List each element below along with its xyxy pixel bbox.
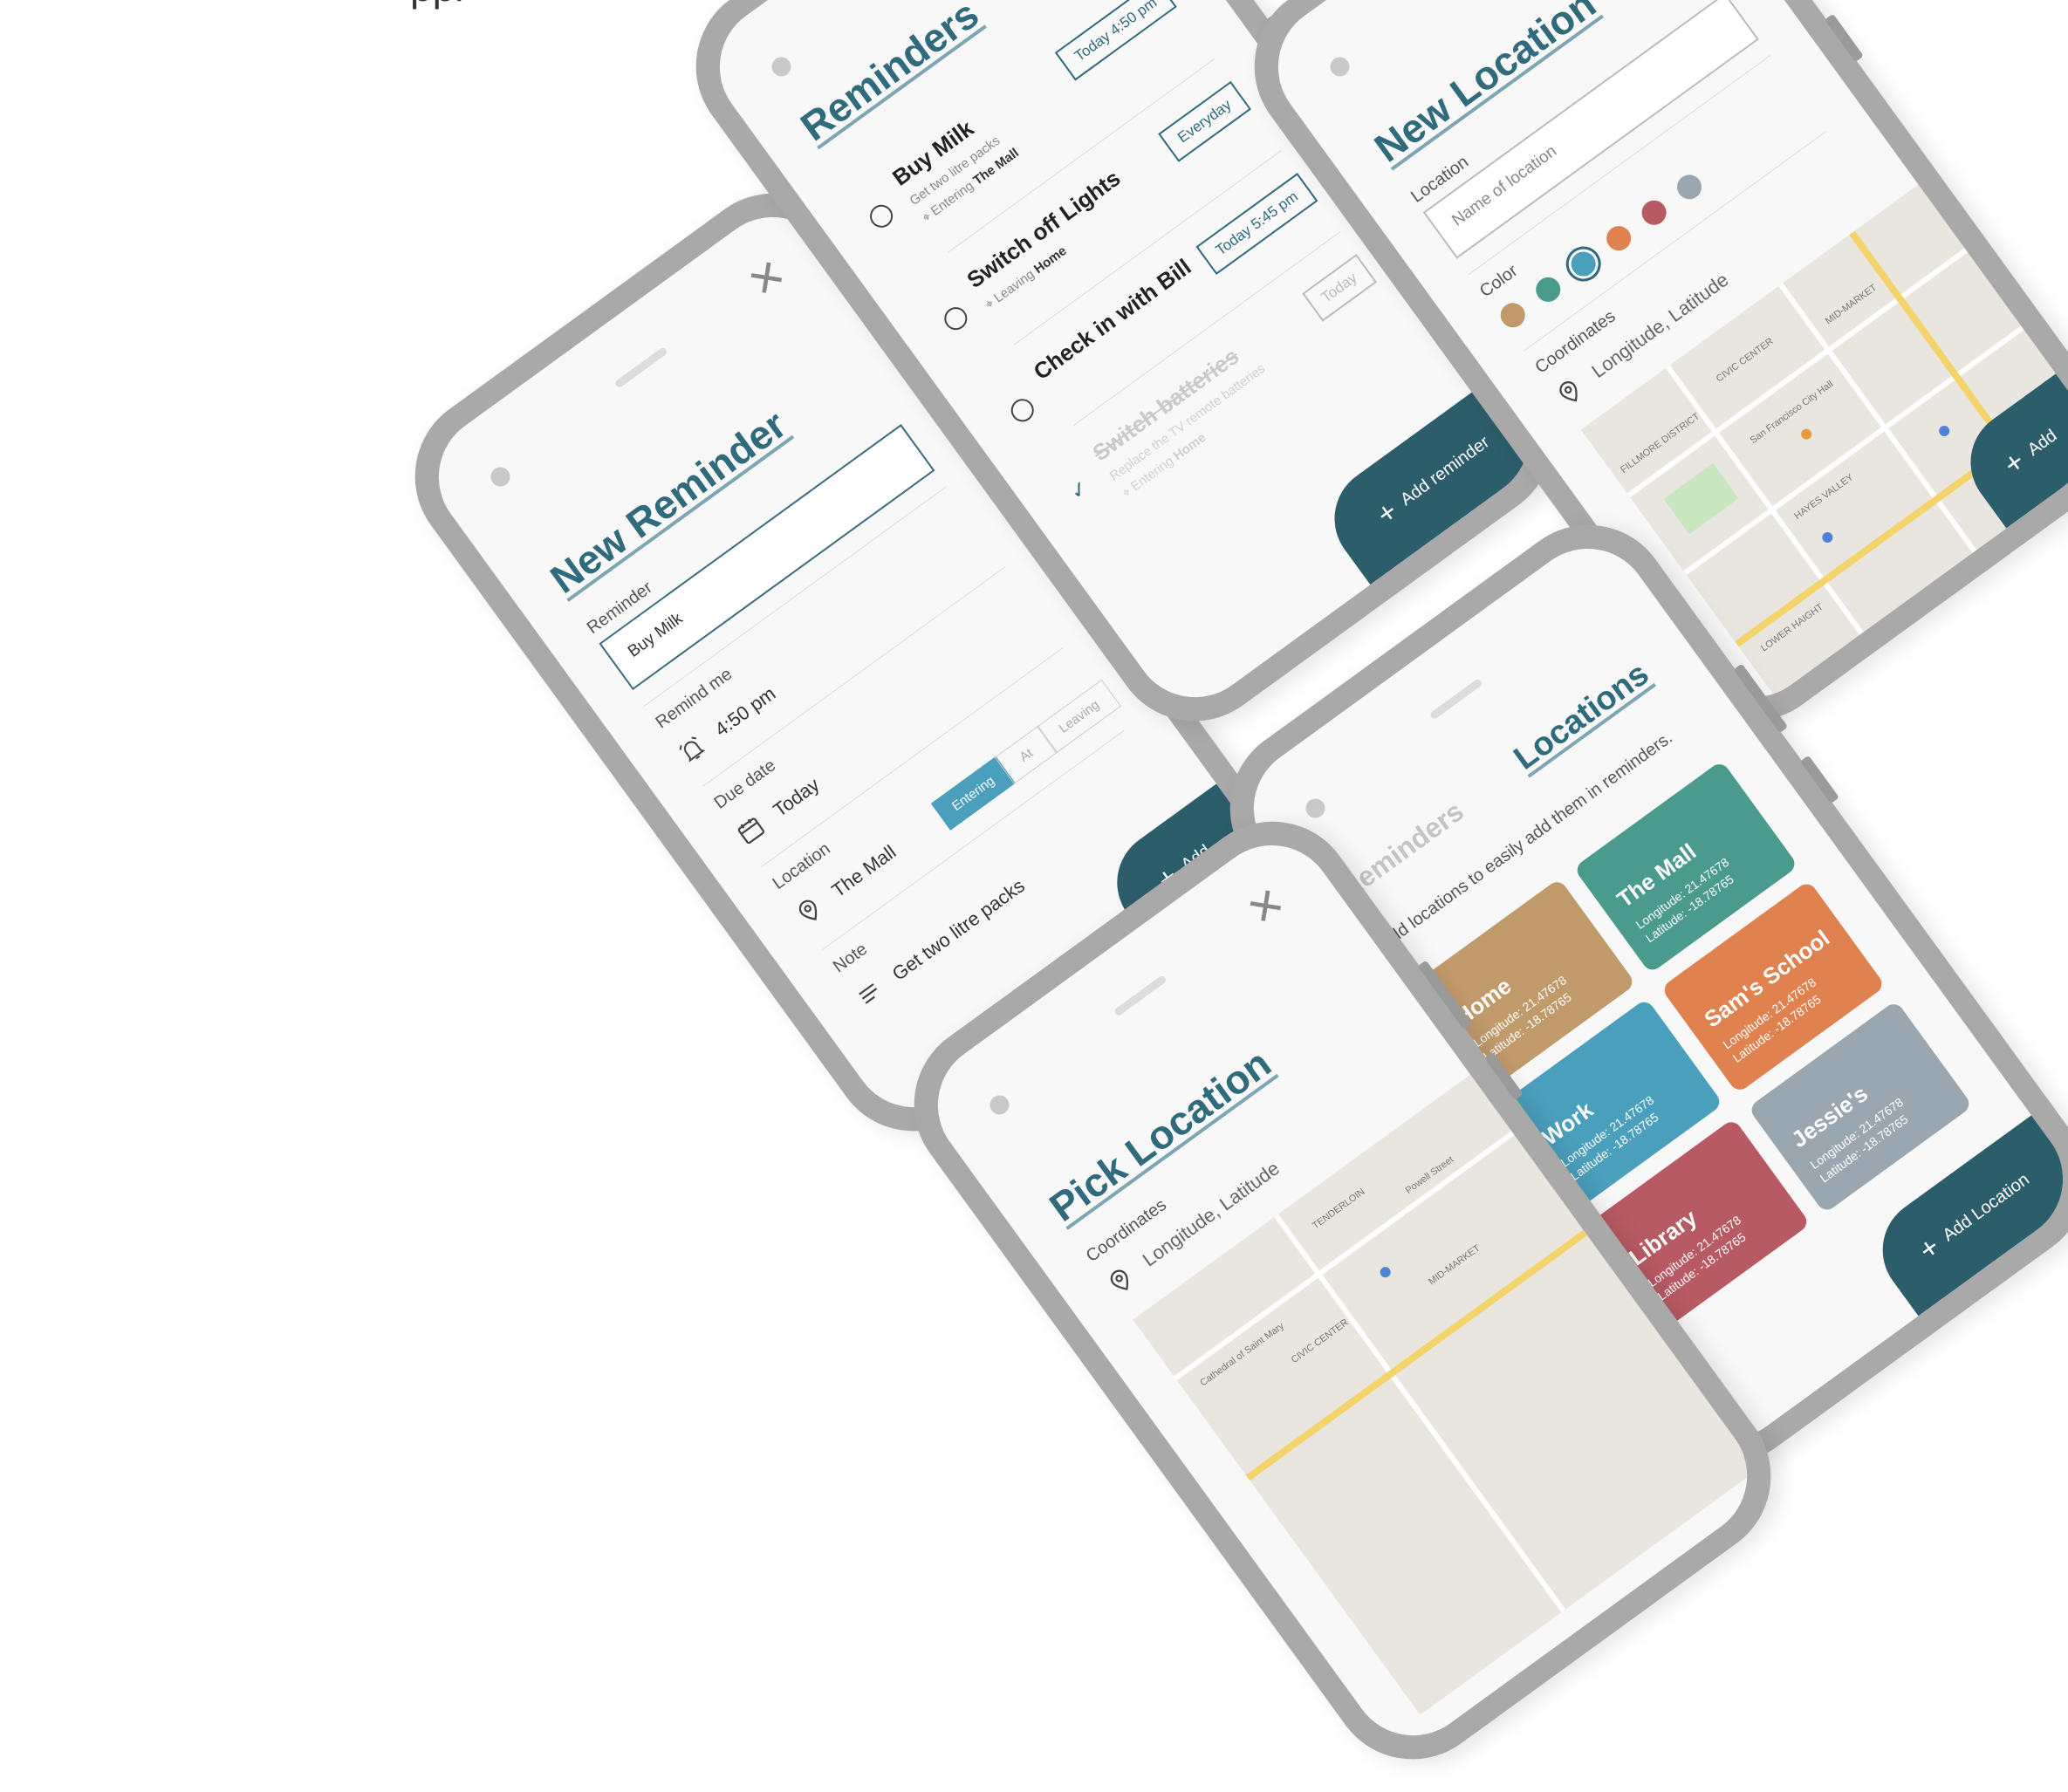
location-name-placeholder: Name of location [1448, 141, 1561, 230]
speaker-grille [1113, 975, 1168, 1017]
map-label: San Francisco City Hall [1748, 379, 1836, 447]
map-label: MID-MARKET [1427, 1242, 1483, 1288]
due-date-value[interactable]: Today [769, 773, 824, 822]
color-swatch-orange[interactable] [1601, 221, 1636, 256]
reminder-input[interactable]: Buy Milk [599, 424, 935, 690]
front-camera [487, 463, 514, 490]
color-swatch-tan[interactable] [1496, 298, 1530, 332]
location-value[interactable]: The Mall [827, 841, 900, 903]
reminder-time-chip[interactable]: Everyday [1158, 80, 1252, 162]
map-pin-icon [798, 899, 818, 920]
calendar-icon [737, 817, 765, 845]
map-label: CIVIC CENTER [1289, 1317, 1351, 1366]
front-camera [768, 53, 795, 80]
speaker-grille [1428, 678, 1483, 721]
map-road [1626, 248, 1968, 498]
plus-icon: + [1913, 1230, 1947, 1268]
map-park [1663, 462, 1739, 535]
header-fragment: ppl [410, 0, 463, 10]
map-pin [1819, 530, 1835, 545]
notes-icon [859, 983, 878, 1004]
complete-radio[interactable] [1006, 394, 1038, 427]
front-camera [986, 1091, 1013, 1118]
color-swatch-teal[interactable] [1530, 272, 1565, 307]
color-swatch-blue[interactable] [1566, 246, 1601, 282]
reminder-time-chip[interactable]: Today 4:50 pm [1055, 0, 1177, 81]
location-name-input[interactable]: Name of location [1422, 0, 1759, 259]
note-value[interactable]: Get two litre packs [888, 874, 1030, 985]
front-camera [1326, 53, 1353, 80]
speaker-grille [613, 346, 668, 389]
color-label: Color [1476, 261, 1522, 302]
map-pin-icon [1559, 381, 1578, 402]
add-reminder-label: Add reminder [1396, 432, 1493, 510]
alarm-bell-icon [679, 736, 706, 763]
add-button-label: Add [2023, 425, 2061, 460]
complete-radio[interactable] [865, 200, 898, 232]
reminder-input-value: Buy Milk [624, 609, 687, 661]
close-icon[interactable]: ✕ [1239, 878, 1295, 936]
map-label: CIVIC CENTER [1714, 336, 1776, 385]
map-pin [1798, 427, 1814, 442]
plus-icon: + [1370, 494, 1404, 532]
map-pin [1378, 1264, 1394, 1280]
color-swatch-gray[interactable] [1672, 169, 1707, 204]
add-location-label: Add Location [1939, 1169, 2033, 1245]
checkmark-icon[interactable]: ✓ [1065, 475, 1093, 505]
complete-radio[interactable] [940, 302, 972, 335]
map-pin-icon [1110, 1269, 1129, 1290]
map-label: TENDERLOIN [1311, 1187, 1367, 1232]
close-icon[interactable]: ✕ [740, 250, 796, 308]
map-pin [1936, 423, 1952, 439]
location-label: Location [769, 838, 834, 893]
plus-icon: + [1997, 444, 2031, 482]
map-label: LOWER HAIGHT [1759, 601, 1825, 654]
map-label: FILLMORE DISTRICT [1619, 411, 1702, 475]
map-label: HAYES VALLEY [1792, 471, 1856, 522]
color-swatch-red[interactable] [1637, 195, 1672, 230]
note-label: Note [829, 939, 872, 977]
